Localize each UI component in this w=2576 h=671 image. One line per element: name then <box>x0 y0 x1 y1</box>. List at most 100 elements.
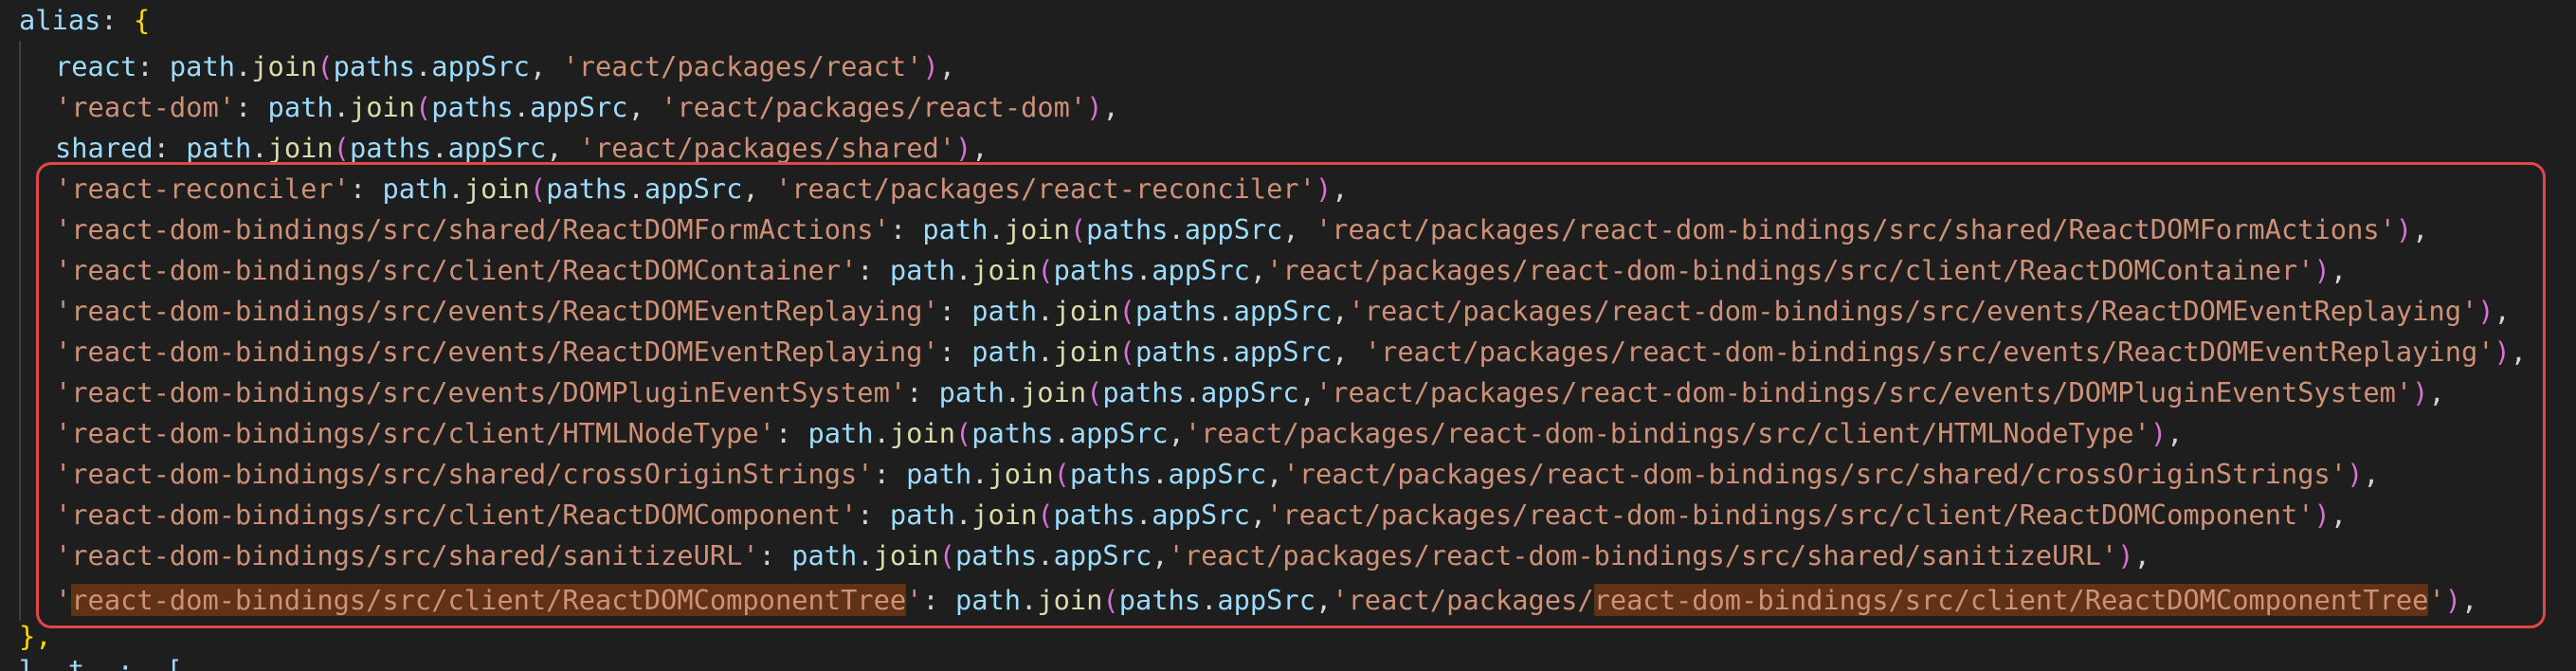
dot: . <box>1168 213 1185 245</box>
alias-key: 'react-dom-bindings/src/shared/crossOrig… <box>55 458 874 490</box>
alias-key: shared <box>55 132 154 164</box>
comma: , <box>1152 539 1169 571</box>
path-value: 'react/packages/react-dom-bindings/src/s… <box>1315 213 2396 245</box>
alias-key: react <box>55 50 137 82</box>
code-line-entry: 'react-dom': path.join(paths.appSrc, 're… <box>55 87 1119 128</box>
code-line-entry: 'react-dom-bindings/src/shared/ReactDOMF… <box>55 209 2428 250</box>
comma: , <box>1332 295 1349 327</box>
close-paren: ) <box>2117 539 2134 571</box>
alias-key: alias <box>19 4 101 36</box>
base-prop: appSrc <box>1069 417 1169 449</box>
dot: . <box>431 132 448 164</box>
path-value: 'react/packages/react' <box>562 50 923 82</box>
dot: . <box>333 91 350 123</box>
method-object: path <box>267 91 334 123</box>
path-value: 'react/packages/react-dom-bindings/src/c… <box>1184 417 2150 449</box>
code-editor[interactable]: alias: { react: path.join(paths.appSrc, … <box>0 0 2576 671</box>
trailing-comma: , <box>2510 336 2528 368</box>
trailing-comma: , <box>1102 91 1119 123</box>
key-quote-open: ' <box>55 584 72 616</box>
base-object: paths <box>349 132 432 164</box>
dot: . <box>1184 376 1202 408</box>
dot: . <box>988 213 1005 245</box>
method-name: join <box>1053 336 1119 368</box>
colon: : <box>136 50 170 82</box>
code-line-entry: 'react-dom-bindings/src/client/ReactDOMC… <box>55 250 2347 291</box>
method-name: join <box>1004 213 1070 245</box>
dot: . <box>1217 336 1234 368</box>
colon: : <box>153 132 187 164</box>
base-object: paths <box>1118 584 1202 616</box>
dot: . <box>1152 458 1169 490</box>
code-line-entry: 'react-dom-bindings/src/events/ReactDOME… <box>55 291 2511 332</box>
dot: . <box>1134 254 1152 286</box>
close-paren: ) <box>955 132 972 164</box>
dot: . <box>251 132 268 164</box>
open-paren: ( <box>415 91 432 123</box>
close-paren: ) <box>2412 376 2429 408</box>
code-line-entry: 'react-dom-bindings/src/client/HTMLNodeT… <box>55 413 2183 454</box>
base-prop: appSrc <box>1233 295 1333 327</box>
code-line-partial: l t : [ <box>19 650 183 671</box>
close-paren: ) <box>2444 584 2462 616</box>
base-object: paths <box>546 172 628 205</box>
close-paren: ) <box>2494 336 2511 368</box>
method-object: path <box>807 417 874 449</box>
method-object: path <box>889 499 955 531</box>
alias-key: 'react-dom-bindings/src/client/ReactDOMC… <box>55 499 858 531</box>
dot: . <box>971 458 989 490</box>
method-name: join <box>251 50 317 82</box>
dot: . <box>235 50 252 82</box>
base-object: paths <box>1053 254 1135 286</box>
dot: . <box>857 539 874 571</box>
dot: . <box>513 91 530 123</box>
open-brace: { <box>133 4 151 36</box>
comma: , <box>1282 213 1315 245</box>
method-name: join <box>971 254 1038 286</box>
colon: : <box>349 172 383 205</box>
open-paren: ( <box>1037 499 1054 531</box>
colon: : <box>857 254 890 286</box>
trailing-comma: , <box>2363 458 2380 490</box>
base-prop: appSrc <box>1152 499 1250 531</box>
code-line-entry: shared: path.join(paths.appSrc, 'react/p… <box>55 128 989 169</box>
base-prop: appSrc <box>1217 584 1315 616</box>
path-value: 'react/packages/react-dom-bindings/src/e… <box>1348 295 2478 327</box>
code-line-alias: alias: { <box>19 0 150 41</box>
close-paren: ) <box>2347 458 2364 490</box>
code-line-entry: react: path.join(paths.appSrc, 'react/pa… <box>55 46 955 87</box>
alias-key: 'react-dom-bindings/src/events/ReactDOME… <box>55 336 939 368</box>
method-name: join <box>988 458 1054 490</box>
find-match-value: react-dom-bindings/src/client/ReactDOMCo… <box>1593 584 2429 616</box>
colon: : <box>857 499 890 531</box>
open-paren: ( <box>938 539 955 571</box>
dot: . <box>1021 584 1038 616</box>
method-name: join <box>1037 584 1103 616</box>
dot: . <box>873 417 890 449</box>
dot: . <box>1037 295 1054 327</box>
colon: : <box>100 4 134 36</box>
comma: , <box>1298 376 1315 408</box>
base-object: paths <box>1134 336 1218 368</box>
method-name: join <box>873 539 939 571</box>
path-value: 'react/packages/react-dom' <box>661 91 1087 123</box>
dot: . <box>1217 295 1234 327</box>
alias-key: 'react-dom-bindings/src/events/ReactDOME… <box>55 295 939 327</box>
close-paren: ) <box>2477 295 2494 327</box>
value-suffix: ' <box>2428 584 2445 616</box>
base-prop: appSrc <box>447 132 547 164</box>
open-paren: ( <box>529 172 547 205</box>
colon: : <box>906 376 939 408</box>
find-match-key: react-dom-bindings/src/client/ReactDOMCo… <box>71 584 907 616</box>
method-name: join <box>1053 295 1119 327</box>
alias-key: 'react-dom-bindings/src/shared/ReactDOMF… <box>55 213 890 245</box>
comma: , <box>529 50 563 82</box>
method-name: join <box>267 132 334 164</box>
path-value: 'react/packages/react-reconciler' <box>775 172 1315 205</box>
comma: , <box>1249 254 1267 286</box>
close-paren: ) <box>922 50 939 82</box>
close-paren: ) <box>2313 254 2331 286</box>
method-object: path <box>971 336 1038 368</box>
open-paren: ( <box>317 50 334 82</box>
base-object: paths <box>954 539 1038 571</box>
